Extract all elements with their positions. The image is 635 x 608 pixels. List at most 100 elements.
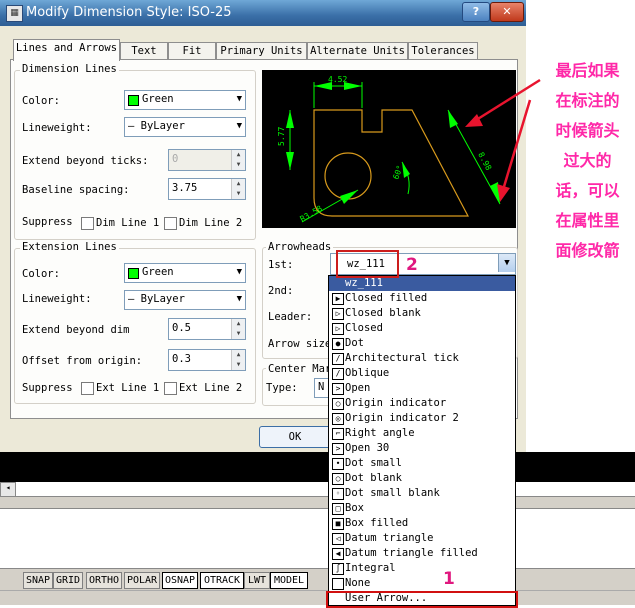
annotation-number-1: 1 xyxy=(443,569,455,589)
ext-color-select[interactable]: Green ▼ xyxy=(124,263,246,283)
app-icon: ▦ xyxy=(6,5,23,22)
dim-extend-spinner[interactable]: 0 ▲ ▼ xyxy=(168,149,246,171)
spinner-arrows-icon[interactable]: ▲ ▼ xyxy=(231,350,245,370)
spinner-arrows-icon[interactable]: ▲ ▼ xyxy=(231,319,245,339)
annotation-note-line: 面修改箭 xyxy=(555,241,620,260)
arrowhead-option[interactable]: ■ Box filled xyxy=(329,516,515,531)
chevron-down-icon[interactable]: ▼ xyxy=(498,254,515,272)
grid-toggle[interactable]: GRID xyxy=(53,572,83,589)
arrowhead-option[interactable]: wz_111 xyxy=(329,276,515,291)
ext-line1-checkbox[interactable] xyxy=(81,382,94,395)
arrowhead-option[interactable]: / Oblique xyxy=(329,366,515,381)
arrowhead-dropdown-list[interactable]: wz_111 ▶ Closed filled ▷ Closed blank ▷ Closed… xyxy=(328,275,516,606)
arrowhead-option-label: Dot small xyxy=(345,457,402,469)
arrowhead-option-icon: > xyxy=(332,443,344,455)
arrowhead-option[interactable]: > Open xyxy=(329,381,515,396)
arrowhead-option-icon: ▷ xyxy=(332,308,344,320)
drawing-area[interactable] xyxy=(0,452,635,482)
spinner-arrows-icon[interactable]: ▲ ▼ xyxy=(231,150,245,170)
arrowhead-option-icon: ○ xyxy=(332,473,344,485)
arrowhead-option[interactable]: ∫ Integral xyxy=(329,561,515,576)
arrowhead-option[interactable]: / Architectural tick xyxy=(329,351,515,366)
arrowhead-option-label: Open 30 xyxy=(345,442,390,454)
baseline-value: 3.75 xyxy=(172,182,198,194)
annotation-arrows xyxy=(465,78,541,202)
arrowhead-option-icon: ◦ xyxy=(332,488,344,500)
annotation-note-line: 话，可以 xyxy=(555,181,620,200)
tab-text[interactable]: Text xyxy=(120,42,168,60)
extension-lines-title: Extension Lines xyxy=(20,241,119,253)
arrowhead-option-icon: • xyxy=(332,458,344,470)
offset-spinner[interactable]: 0.3 ▲ ▼ xyxy=(168,349,246,371)
arrowhead-option[interactable]: ◦ Dot small blank xyxy=(329,486,515,501)
dim-color-select[interactable]: Green ▼ xyxy=(124,90,246,110)
part-outline xyxy=(313,109,469,217)
title-bar[interactable]: ▦ Modify Dimension Style: ISO-25 ? ✕ xyxy=(0,0,526,26)
center-marks-title: Center Mar xyxy=(266,363,334,375)
arrowhead-option[interactable]: > Open 30 xyxy=(329,441,515,456)
arrowhead-shape xyxy=(340,190,358,204)
arrowhead-option[interactable]: ▷ Closed xyxy=(329,321,515,336)
help-button[interactable]: ? xyxy=(462,2,490,22)
dim-lineweight-select[interactable]: — ByLayer ▼ xyxy=(124,117,246,137)
tab-lines-and-arrows[interactable]: Lines and Arrows xyxy=(13,39,120,61)
arrowhead-option[interactable]: ◁ Datum triangle xyxy=(329,531,515,546)
arrowhead-option-label: Oblique xyxy=(345,367,390,379)
dim-extend-value: 0 xyxy=(172,153,179,165)
arrowhead-option[interactable]: ◎ Origin indicator 2 xyxy=(329,411,515,426)
arrowhead-option-label: None xyxy=(345,577,371,589)
ok-button[interactable]: OK xyxy=(259,426,331,448)
dim-line2-checkbox[interactable] xyxy=(164,217,177,230)
ext-extend-value: 0.5 xyxy=(172,322,191,334)
arrowhead-option-icon: ◁ xyxy=(332,533,344,545)
first-arrow-label: 1st: xyxy=(268,259,294,271)
ext-line1-label: Ext Line 1 xyxy=(96,382,160,394)
polar-toggle[interactable]: POLAR xyxy=(124,572,160,589)
arrowhead-option[interactable]: ◀ Datum triangle filled xyxy=(329,546,515,561)
dim-line1-checkbox[interactable] xyxy=(81,217,94,230)
osnap-toggle[interactable]: OSNAP xyxy=(162,572,198,589)
arrowhead-option-icon: ⌐ xyxy=(332,428,344,440)
arrowhead-option-label: Dot blank xyxy=(345,472,402,484)
arrowhead-option-icon: > xyxy=(332,383,344,395)
dim-angle-text: 60° xyxy=(391,164,404,181)
annotation-number-2: 2 xyxy=(406,255,418,275)
ext-extend-spinner[interactable]: 0.5 ▲ ▼ xyxy=(168,318,246,340)
arrowhead-option[interactable]: □ Box xyxy=(329,501,515,516)
tab-tolerances[interactable]: Tolerances xyxy=(408,42,478,60)
arrowhead-option[interactable]: ○ Origin indicator xyxy=(329,396,515,411)
otrack-toggle[interactable]: OTRACK xyxy=(200,572,244,589)
arrowhead-option[interactable]: ▶ Closed filled xyxy=(329,291,515,306)
arrowhead-option[interactable]: ⌐ Right angle xyxy=(329,426,515,441)
snap-toggle[interactable]: SNAP xyxy=(23,572,53,589)
tab-alternate-units[interactable]: Alternate Units xyxy=(307,42,408,60)
arrowhead-option[interactable]: • Dot small xyxy=(329,456,515,471)
arrowhead-option-icon xyxy=(332,578,344,590)
spinner-arrows-icon[interactable]: ▲ ▼ xyxy=(231,179,245,199)
ext-lineweight-select[interactable]: — ByLayer ▼ xyxy=(124,290,246,310)
tab-fit[interactable]: Fit xyxy=(168,42,216,60)
ext-line2-checkbox[interactable] xyxy=(164,382,177,395)
chevron-down-icon: ▼ xyxy=(236,121,242,131)
dimension-lines-title: Dimension Lines xyxy=(20,63,119,75)
dim-top-text: 4.52 xyxy=(328,75,347,84)
dim-color-label: Color: xyxy=(22,95,60,107)
lwt-toggle[interactable]: LWT xyxy=(244,572,270,589)
arrowhead-option-label: Open xyxy=(345,382,371,394)
arrowhead-option[interactable]: ● Dot xyxy=(329,336,515,351)
command-window[interactable] xyxy=(0,508,635,569)
arrowhead-option[interactable]: None xyxy=(329,576,515,591)
arrowhead-option-label: Architectural tick xyxy=(345,352,459,364)
arrowhead-option[interactable]: ○ Dot blank xyxy=(329,471,515,486)
arrowhead-option[interactable]: ▷ Closed blank xyxy=(329,306,515,321)
green-swatch xyxy=(128,95,139,106)
ext-suppress-label: Suppress xyxy=(22,382,73,394)
model-toggle[interactable]: MODEL xyxy=(270,572,308,589)
tab-primary-units[interactable]: Primary Units xyxy=(216,42,307,60)
close-button[interactable]: ✕ xyxy=(490,2,524,22)
annotation-note-line: 过大的 xyxy=(563,151,612,170)
ortho-toggle[interactable]: ORTHO xyxy=(86,572,122,589)
dim-extend-label: Extend beyond ticks: xyxy=(22,155,149,167)
baseline-spinner[interactable]: 3.75 ▲ ▼ xyxy=(168,178,246,200)
dim-lineweight-label: Lineweight: xyxy=(22,122,92,134)
